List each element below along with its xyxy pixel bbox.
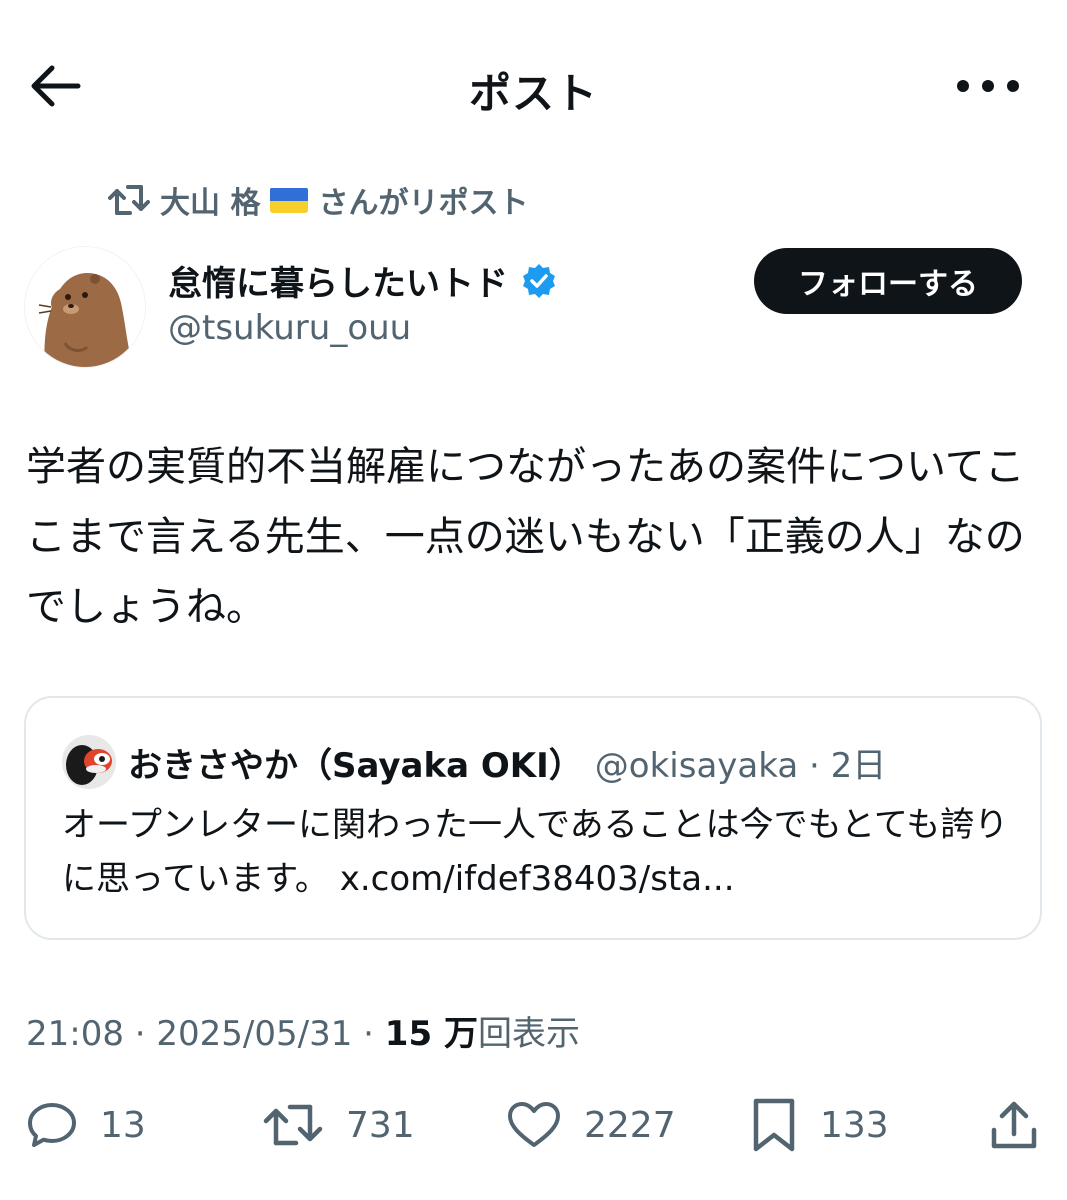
page-title: ポスト (468, 69, 598, 118)
views-count: 15 万 (384, 1014, 478, 1054)
like-button[interactable]: 2227 (506, 1090, 676, 1160)
post-text: 学者の実質的不当解雇につながったあの案件についてここまで言える先生、一点の迷いも… (26, 444, 1025, 630)
more-button[interactable] (955, 74, 1021, 98)
post-meta: 21:08 · 2025/05/31 · 15 万回表示 (26, 1006, 580, 1055)
quoted-post-text: オープンレターに関わった一人であることは今でもとても誇りに思っています。 x.c… (62, 805, 1009, 899)
quoted-post-card[interactable]: おきさやか（Sayaka OKI） @okisayaka · 2日 オープンレタ… (24, 696, 1042, 940)
ukraine-flag-icon (270, 187, 309, 213)
quoted-author-avatar (62, 735, 116, 789)
quoted-post-header: おきさやか（Sayaka OKI） @okisayaka · 2日 (62, 734, 886, 790)
author-name: 怠惰に暮らしたいトド (168, 264, 508, 304)
retweet-icon (263, 1104, 323, 1146)
retweet-icon (108, 185, 150, 215)
post-timestamp[interactable]: 21:08 · 2025/05/31 · (26, 1014, 385, 1054)
sea-lion-avatar-icon (25, 247, 145, 367)
like-count: 2227 (584, 1104, 676, 1146)
penguin-avatar-icon (62, 735, 116, 789)
reply-count: 13 (100, 1104, 146, 1146)
quoted-author-handle-time: @okisayaka · 2日 (594, 745, 887, 786)
bookmark-count: 133 (820, 1104, 889, 1146)
author-handle[interactable]: @tsukuru_ouu (168, 308, 411, 348)
bookmark-icon (753, 1098, 795, 1152)
heart-icon (508, 1102, 560, 1147)
reply-icon (28, 1103, 76, 1147)
reply-button[interactable]: 13 (26, 1090, 146, 1160)
repost-button[interactable]: 731 (262, 1090, 415, 1160)
post-detail-page: ポスト 大山 格 さんがリポスト 怠惰に暮らしたいトド @tsukuru_ouu… (0, 0, 1067, 1200)
share-icon (991, 1101, 1037, 1149)
more-horizontal-icon (957, 80, 1019, 92)
author-name-row[interactable]: 怠惰に暮らしたいトド (168, 256, 558, 305)
author-avatar[interactable] (24, 246, 146, 368)
views-label: 回表示 (477, 1014, 580, 1054)
action-bar: 13 731 2227 133 (0, 1090, 1067, 1160)
follow-button[interactable]: フォローする (754, 248, 1022, 314)
bookmark-button[interactable]: 133 (750, 1090, 889, 1160)
repost-count: 731 (346, 1104, 415, 1146)
repost-context[interactable]: 大山 格 さんがリポスト (108, 178, 528, 222)
quoted-author-name: おきさやか（Sayaka OKI） (128, 745, 583, 786)
verified-badge-icon[interactable] (520, 262, 558, 300)
reposter-name: 大山 格 (160, 186, 261, 221)
repost-suffix: さんがリポスト (318, 186, 529, 221)
share-button[interactable] (988, 1090, 1040, 1160)
top-bar: ポスト (0, 44, 1067, 128)
